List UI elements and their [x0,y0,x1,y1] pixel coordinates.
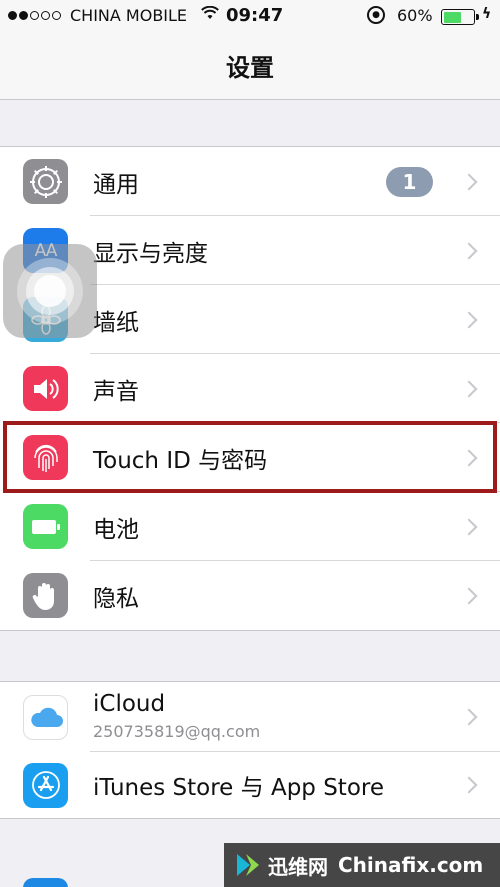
chevron-right-icon [460,173,478,190]
hand-icon [23,573,68,618]
settings-row-general[interactable]: 通用 1 [0,147,500,216]
chevron-right-icon [460,587,478,604]
rotation-lock-icon: ● [367,6,385,24]
battery-icon [23,504,68,549]
signal-strength-icon [8,11,61,20]
settings-row-icloud[interactable]: iCloud 250735819@qq.com [0,682,500,752]
status-bar: CHINA MOBILE 09:47 ● 60% ϟ [0,0,500,34]
settings-group-2: iCloud 250735819@qq.com iTunes Store 与 A… [0,681,500,819]
settings-row-itunes-app-store[interactable]: iTunes Store 与 App Store [0,752,500,818]
watermark-en-text: Chinafix.com [338,853,484,877]
settings-row-touch-id-passcode[interactable]: Touch ID 与密码 [0,423,500,492]
speaker-icon [23,366,68,411]
settings-row-sounds[interactable]: 声音 [0,354,500,423]
settings-row-label: 隐私 [93,585,139,612]
settings-row-label: 显示与亮度 [93,240,208,267]
icloud-account-email: 250735819@qq.com [93,722,261,741]
settings-group-1: 通用 1 AA 显示与亮度 墙纸 声音 Touch ID 与密码 [0,146,500,631]
chinafix-logo-icon [237,854,259,876]
battery-icon [441,9,475,25]
settings-row-label: 声音 [93,378,139,405]
clock: 09:47 [226,5,284,26]
watermark-cn-text: 迅维网 [268,854,328,879]
chevron-right-icon [460,380,478,397]
app-store-icon [23,762,68,808]
chevron-right-icon [460,449,478,466]
settings-row-privacy[interactable]: 隐私 [0,561,500,630]
fingerprint-icon [23,435,68,480]
watermark: 迅维网 Chinafix.com [224,843,500,887]
settings-row-battery[interactable]: 电池 [0,492,500,561]
chevron-right-icon [460,776,478,794]
carrier-name: CHINA MOBILE [70,6,188,25]
settings-row-label: Touch ID 与密码 [93,447,268,474]
gear-icon [23,159,68,204]
wifi-icon [201,5,219,24]
battery-percent: 60% [397,6,433,25]
battery-cap [476,14,479,20]
settings-row-label: 电池 [93,516,139,543]
cloud-icon [23,694,68,740]
settings-row-label: 通用 [93,171,139,198]
settings-row-label: iCloud [93,691,166,717]
settings-row-label: iTunes Store 与 App Store [93,775,384,801]
partially-visible-row-icon [23,878,68,887]
charging-icon: ϟ [482,6,492,22]
notification-badge: 1 [386,166,433,197]
chevron-right-icon [460,311,478,328]
assistive-touch-button[interactable] [3,244,97,338]
page-title: 设置 [226,54,274,82]
chevron-right-icon [460,242,478,259]
settings-row-label: 墙纸 [93,309,139,336]
navigation-bar: 设置 [0,34,500,100]
chevron-right-icon [460,708,478,726]
chevron-right-icon [460,518,478,535]
